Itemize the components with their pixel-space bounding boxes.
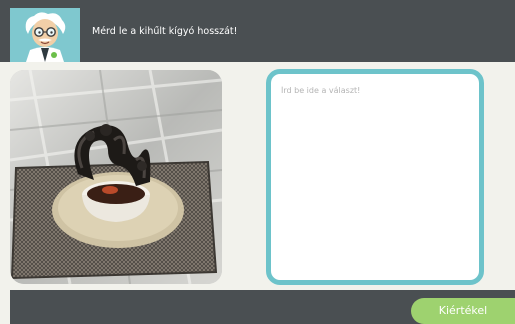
answer-input[interactable]	[281, 86, 469, 268]
answer-box	[266, 69, 484, 285]
experiment-photo	[10, 70, 222, 284]
scientist-avatar-icon	[10, 8, 80, 62]
evaluate-button[interactable]: Kiértékel	[411, 298, 515, 324]
task-prompt: Mérd le a kihűlt kígyó hosszát!	[92, 26, 238, 37]
